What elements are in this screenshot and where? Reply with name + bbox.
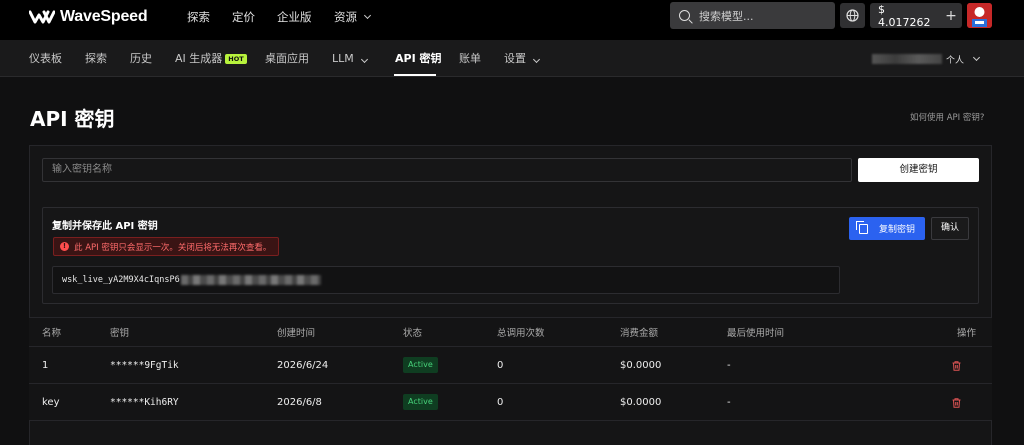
help-link[interactable]: 如何使用 API 密钥?	[910, 111, 984, 123]
api-key-display[interactable]: wsk_live_yA2M9X4cIqnsP6	[52, 266, 840, 294]
brand-name: WaveSpeed	[60, 8, 148, 25]
search-placeholder: 搜索模型...	[699, 9, 754, 23]
search-input[interactable]: 搜索模型...	[670, 2, 835, 29]
tab-desktop-app[interactable]: 桌面应用	[265, 40, 309, 77]
column-header-status: 状态	[403, 328, 423, 339]
delete-icon[interactable]	[952, 398, 961, 408]
column-header-name: 名称	[42, 328, 62, 339]
nav-enterprise-label: 企业版	[277, 9, 312, 24]
row-cost: $0.0000	[620, 360, 662, 371]
account-type-label: 个人	[946, 55, 965, 66]
column-header-created: 创建时间	[277, 328, 316, 339]
avatar-image	[967, 3, 992, 28]
status-badge: Active	[403, 394, 438, 410]
warning-banner: ! 此 API 密钥只会显示一次。关闭后将无法再次查看。	[53, 237, 280, 256]
balance-amount: $ 4.017262	[878, 2, 931, 29]
confirm-button[interactable]: 确认	[931, 217, 969, 240]
tab-ai-generator-label: AI 生成器	[175, 52, 223, 65]
tab-history[interactable]: 历史	[130, 40, 152, 77]
search-icon	[679, 10, 690, 21]
nav-pricing[interactable]: 定价	[232, 0, 255, 33]
row-last-used: -	[727, 360, 731, 371]
row-key: ******Kih6RY	[110, 397, 179, 408]
tab-explore[interactable]: 探索	[85, 40, 107, 77]
chevron-down-icon	[360, 55, 368, 64]
row-name: 1	[42, 360, 49, 371]
tab-billing[interactable]: 账单	[459, 40, 481, 77]
row-created: 2026/6/24	[277, 360, 329, 371]
copy-key-label: 复制密钥	[878, 225, 915, 235]
redacted-account-name	[872, 54, 942, 64]
row-created: 2026/6/8	[277, 397, 322, 408]
row-name: key	[42, 397, 60, 408]
hot-badge: HOT	[225, 54, 247, 64]
top-bar: WaveSpeed 探索 定价 企业版 资源 搜索模型... $ 4.01726…	[0, 0, 1024, 40]
row-key: ******9FgTik	[110, 360, 179, 371]
column-header-last-used: 最后使用时间	[727, 328, 785, 339]
column-header-actions: 操作	[957, 328, 977, 339]
key-name-input[interactable]: 输入密钥名称	[42, 158, 852, 182]
row-calls: 0	[497, 397, 504, 408]
tab-dashboard[interactable]: 仪表板	[29, 40, 62, 77]
page-title: API 密钥	[30, 107, 115, 131]
warning-text: 此 API 密钥只会显示一次。关闭后将无法再次查看。	[74, 242, 272, 253]
tab-ai-generator[interactable]: AI 生成器 HOT	[175, 40, 247, 77]
row-last-used: -	[727, 397, 731, 408]
row-cost: $0.0000	[620, 397, 662, 408]
balance-widget: $ 4.017262 +	[870, 2, 962, 29]
tab-settings[interactable]: 设置	[504, 40, 541, 77]
copy-icon	[855, 220, 868, 234]
warning-icon: !	[60, 242, 69, 251]
tab-llm[interactable]: LLM	[332, 40, 368, 77]
copy-key-button[interactable]: 复制密钥	[849, 217, 925, 240]
redacted-key-suffix	[180, 275, 321, 285]
status-badge: Active	[403, 357, 438, 373]
add-funds-button[interactable]: +	[940, 8, 962, 24]
account-switcher[interactable]: 个人	[872, 52, 981, 66]
create-key-button[interactable]: 创建密钥	[858, 158, 979, 182]
chevron-down-icon	[363, 11, 372, 19]
nav-resources-label: 资源	[334, 9, 357, 24]
delete-icon[interactable]	[952, 361, 961, 371]
globe-icon	[846, 9, 859, 22]
nav-resources[interactable]: 资源	[334, 0, 372, 33]
column-header-key: 密钥	[110, 328, 130, 339]
new-key-title: 复制并保存此 API 密钥	[52, 221, 158, 232]
tab-api-keys[interactable]: API 密钥	[395, 40, 442, 77]
api-key-text: wsk_live_yA2M9X4cIqnsP6	[62, 275, 180, 285]
wavespeed-logo-icon	[29, 10, 55, 24]
avatar[interactable]	[967, 3, 992, 28]
nav-explore-label: 探索	[187, 9, 210, 24]
tab-llm-label: LLM	[332, 52, 354, 65]
nav-pricing-label: 定价	[232, 9, 255, 24]
chevron-down-icon	[972, 53, 981, 62]
active-tab-indicator	[394, 74, 436, 76]
column-header-cost: 消费金额	[620, 328, 659, 339]
nav-enterprise[interactable]: 企业版	[277, 0, 312, 33]
sub-navigation: 仪表板 探索 历史 AI 生成器 HOT 桌面应用 LLM API 密钥 账单 设…	[0, 40, 1024, 77]
language-button[interactable]	[840, 3, 865, 28]
row-calls: 0	[497, 360, 504, 371]
column-header-calls: 总调用次数	[497, 328, 545, 339]
tab-settings-label: 设置	[504, 52, 526, 65]
chevron-down-icon	[532, 55, 541, 64]
nav-explore[interactable]: 探索	[187, 0, 210, 33]
wavespeed-logo[interactable]: WaveSpeed	[29, 7, 148, 27]
